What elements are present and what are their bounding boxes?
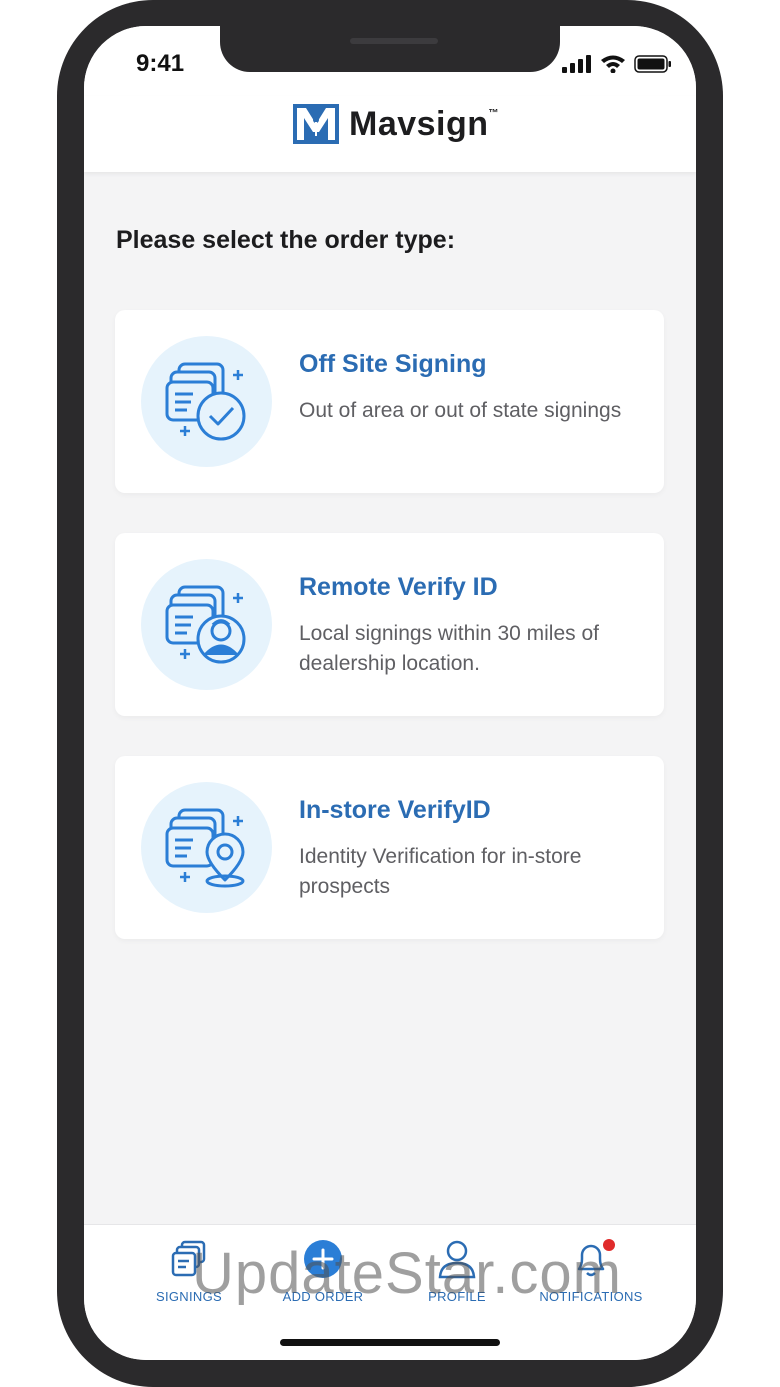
order-type-description: Local signings within 30 miles of dealer…: [299, 622, 599, 675]
home-indicator[interactable]: [280, 1339, 500, 1346]
order-type-description: Identity Verification for in-store prosp…: [299, 845, 582, 898]
status-icons: [562, 54, 672, 73]
documents-location-icon: [141, 782, 272, 913]
brand-trademark: ™: [488, 108, 499, 119]
brand-name: Mavsign: [349, 104, 489, 143]
order-type-card-remote-verify[interactable]: Remote Verify ID Local signings within 3…: [115, 533, 664, 716]
notification-badge: [603, 1239, 615, 1251]
speaker-grille: [350, 38, 438, 44]
tab-add-order[interactable]: ADD ORDER: [253, 1239, 393, 1304]
tab-label: ADD ORDER: [282, 1289, 364, 1304]
bell-icon: [521, 1239, 661, 1279]
documents-icon: [119, 1239, 259, 1279]
tab-profile[interactable]: PROFILE: [387, 1239, 527, 1304]
wifi-icon: [601, 55, 625, 73]
order-type-title: In-store VerifyID: [299, 796, 491, 824]
mavsign-logo-icon: [293, 104, 339, 144]
tab-notifications[interactable]: NOTIFICATIONS: [521, 1239, 661, 1304]
app-screen: 9:41 Mavsign ™ Please select the order t…: [84, 26, 696, 1360]
status-time: 9:41: [136, 50, 185, 77]
order-type-card-off-site[interactable]: Off Site Signing Out of area or out of s…: [115, 310, 664, 493]
tab-label: PROFILE: [428, 1289, 486, 1304]
order-type-card-in-store[interactable]: In-store VerifyID Identity Verification …: [115, 756, 664, 939]
order-type-prompt: Please select the order type:: [116, 226, 456, 254]
user-icon: [387, 1239, 527, 1279]
documents-check-icon: [141, 336, 272, 467]
tab-signings[interactable]: SIGNINGS: [119, 1239, 259, 1304]
tab-label: NOTIFICATIONS: [539, 1289, 643, 1304]
signal-icon: [562, 54, 591, 73]
documents-person-icon: [141, 559, 272, 690]
order-type-description: Out of area or out of state signings: [299, 399, 622, 422]
tab-label: SIGNINGS: [156, 1289, 222, 1304]
brand-logo: Mavsign ™: [293, 104, 499, 144]
order-type-title: Remote Verify ID: [299, 573, 498, 601]
plus-circle-icon: [253, 1239, 393, 1279]
order-type-title: Off Site Signing: [299, 350, 487, 378]
notch: [220, 26, 560, 72]
app-header: Mavsign ™: [84, 96, 696, 172]
battery-icon: [634, 54, 671, 73]
